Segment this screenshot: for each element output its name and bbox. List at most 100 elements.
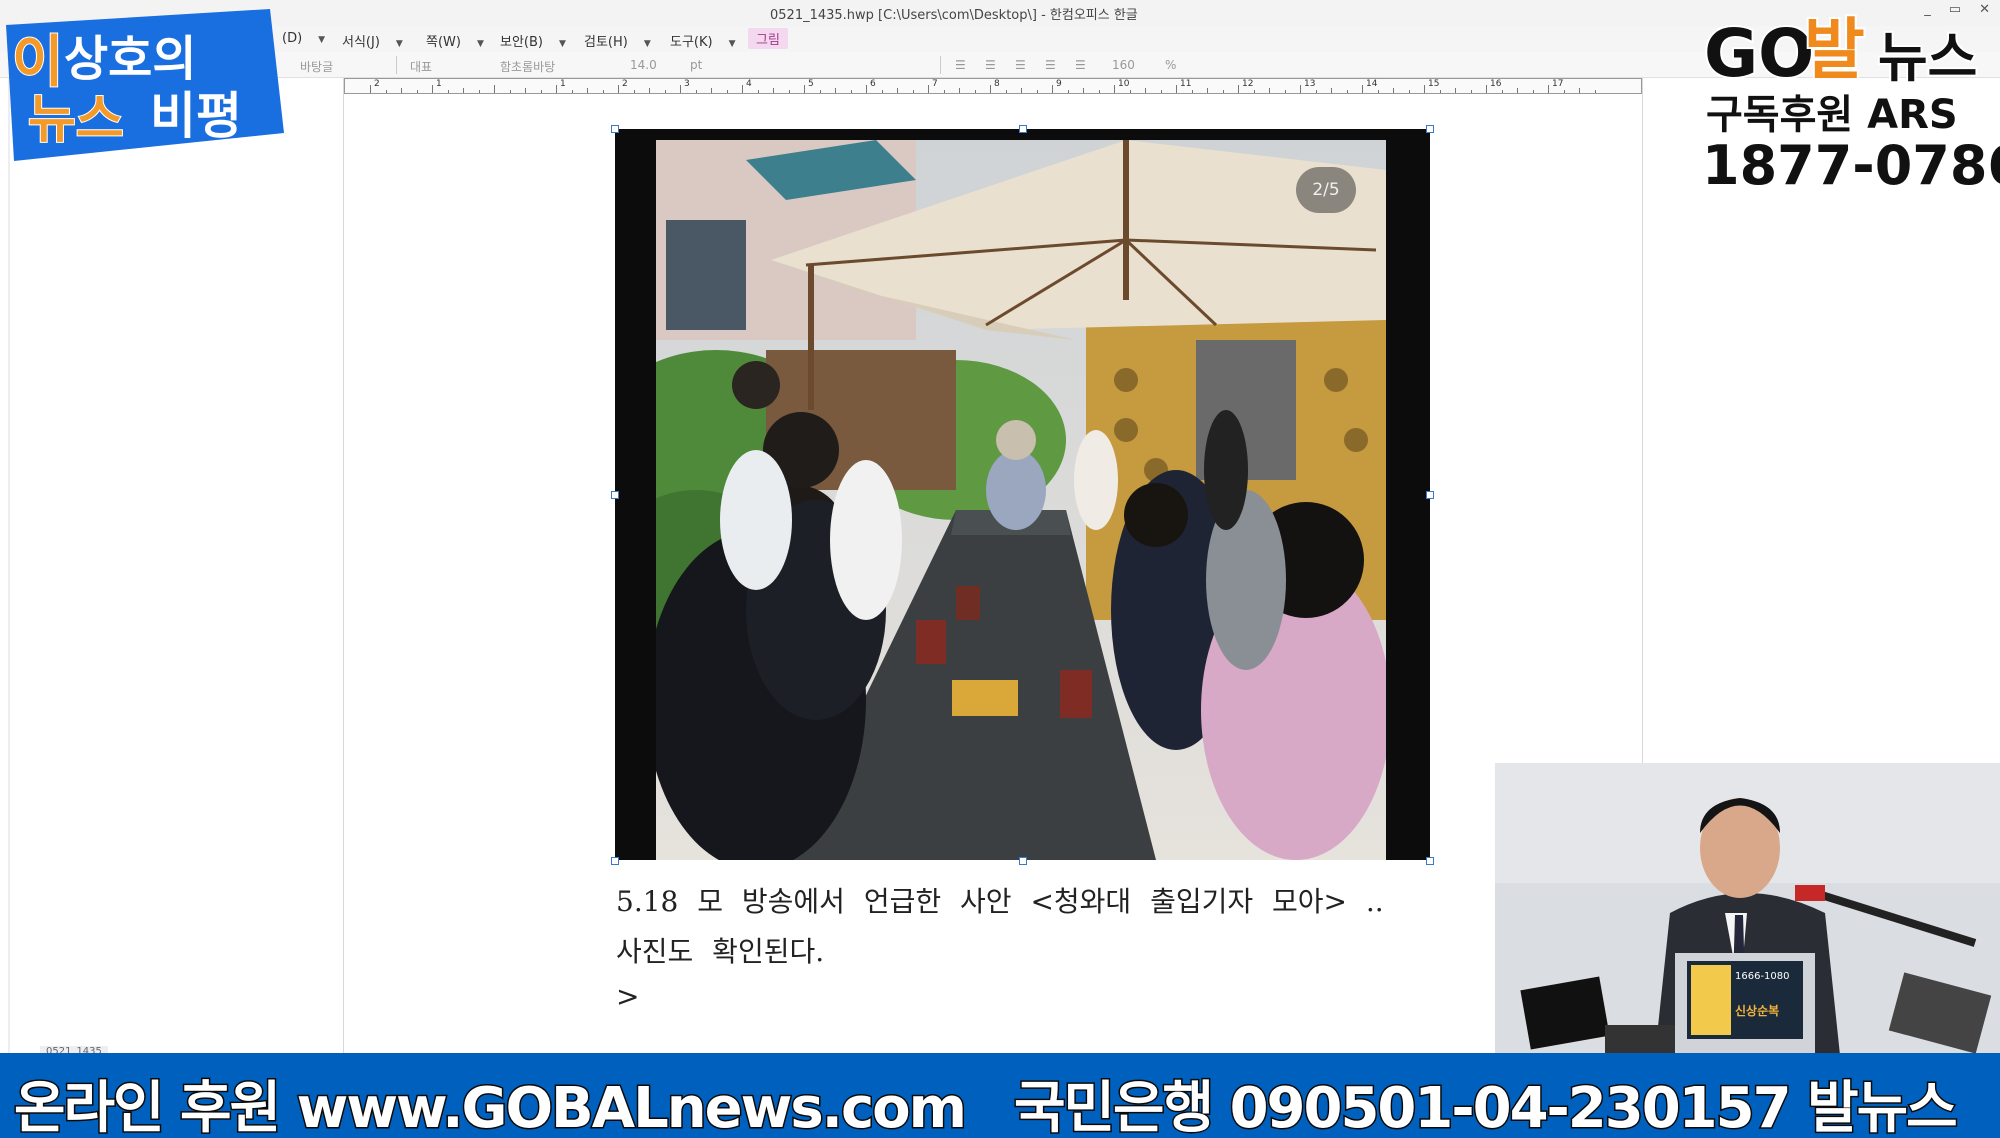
toolbar-divider	[396, 56, 397, 74]
ruler-tick	[1052, 85, 1053, 93]
resize-handle[interactable]	[1019, 857, 1027, 865]
restaurant-photo	[656, 140, 1386, 860]
ruler-tick	[1284, 90, 1286, 93]
align-distribute-icon[interactable]: ☰	[1075, 58, 1086, 72]
ruler-tick	[819, 90, 821, 93]
left-divider	[8, 78, 10, 1053]
ruler-tick	[1579, 88, 1580, 93]
ruler-tick	[385, 90, 387, 93]
ruler-tick	[401, 88, 402, 93]
ruler-number: 15	[1428, 79, 1440, 89]
ruler-tick	[1191, 90, 1193, 93]
menu-item-picture[interactable]: 그림	[748, 28, 788, 49]
ruler-tick	[556, 85, 557, 93]
ruler-tick	[540, 90, 542, 93]
style2-select[interactable]: 대표	[410, 58, 432, 75]
logo-line1-highlight: 이	[12, 30, 64, 95]
ruler-tick	[928, 85, 929, 93]
ruler-tick	[509, 90, 511, 93]
zoom-unit: %	[1165, 58, 1177, 72]
ruler-tick	[1222, 90, 1224, 93]
ruler-tick	[1300, 85, 1301, 93]
ruler-tick	[1470, 90, 1472, 93]
menu-item-review[interactable]: 검토(H) ▼	[584, 31, 651, 50]
menu-item-insert[interactable]: (D) ▼	[282, 31, 325, 46]
ruler-tick	[447, 90, 449, 93]
resize-handle[interactable]	[1426, 125, 1434, 133]
ruler-number: 14	[1366, 79, 1378, 89]
ruler-tick	[1129, 90, 1131, 93]
ruler-tick	[664, 90, 666, 93]
style-select[interactable]: 바탕글	[300, 58, 333, 75]
zoom-input[interactable]: 160	[1112, 58, 1135, 72]
chevron-down-icon: ▼	[728, 39, 736, 49]
ruler-tick	[432, 85, 433, 93]
ruler-tick	[1145, 88, 1146, 93]
ruler-number: 2	[374, 79, 380, 89]
screen: 0521_1435.hwp [C:\Users\com\Desktop\] - …	[0, 0, 2000, 1138]
ruler-number: 8	[994, 79, 1000, 89]
ruler-tick	[602, 90, 604, 93]
ruler-tick	[881, 90, 883, 93]
font-size-input[interactable]: 14.0	[630, 58, 657, 72]
ruler-number: 7	[932, 79, 938, 89]
ruler-tick	[1563, 90, 1565, 93]
menu-item-security[interactable]: 보안(B) ▼	[500, 31, 566, 50]
ruler-tick	[633, 90, 635, 93]
align-left-icon[interactable]: ☰	[955, 58, 966, 72]
ruler-tick	[1532, 90, 1534, 93]
document-text-line[interactable]: 사진도 확인된다.	[616, 930, 824, 970]
document-text-line[interactable]: 5.18 모 방송에서 언급한 사안 <청와대 출입기자 모아> ..	[616, 880, 1384, 920]
ruler-number: 16	[1490, 79, 1502, 89]
laptop-card-phone: 1666-1080	[1735, 971, 1790, 982]
ruler-tick	[850, 90, 852, 93]
ruler-tick	[959, 88, 960, 93]
resize-handle[interactable]	[611, 491, 619, 499]
ruler-tick	[1331, 88, 1332, 93]
window-title: 0521_1435.hwp [C:\Users\com\Desktop\] - …	[770, 8, 1138, 23]
resize-handle[interactable]	[1426, 857, 1434, 865]
ruler-tick	[943, 90, 945, 93]
chevron-down-icon: ▼	[318, 35, 326, 45]
ruler-tick	[1036, 90, 1038, 93]
align-right-icon[interactable]: ☰	[1015, 58, 1026, 72]
chevron-down-icon: ▼	[558, 39, 566, 49]
ruler-tick	[494, 85, 495, 93]
ruler-number: 11	[1180, 79, 1192, 89]
resize-handle[interactable]	[611, 857, 619, 865]
menu-item-format[interactable]: 서식(J) ▼	[342, 31, 403, 50]
ruler-tick	[1548, 85, 1549, 93]
resize-handle[interactable]	[1426, 491, 1434, 499]
menu-item-page[interactable]: 쪽(W) ▼	[426, 31, 484, 50]
ruler-tick	[1377, 90, 1379, 93]
ruler-number: 6	[870, 79, 876, 89]
ruler-tick	[1083, 88, 1084, 93]
photo-illustration	[656, 140, 1386, 860]
ruler-tick	[1455, 88, 1456, 93]
horizontal-ruler[interactable]: 2 1 1 2 3 4 5 6 7 8 9 10 11 12 13 14 15 16 17	[344, 78, 1642, 94]
menu-item-tools[interactable]: 도구(K) ▼	[670, 31, 736, 50]
ruler-tick	[804, 85, 805, 93]
resize-handle[interactable]	[611, 125, 619, 133]
presenter-video: 1666-1080 신상순복	[1495, 763, 2000, 1055]
brand-logo: GO 발 뉴스 구독후원 ARS 1877-0786	[1698, 6, 2000, 199]
ruler-tick	[478, 90, 480, 93]
logo-line2-rest: 비평	[150, 87, 242, 145]
ruler-number: 1	[436, 79, 442, 89]
chevron-down-icon: ▼	[395, 39, 403, 49]
ruler-tick	[1253, 90, 1255, 93]
ruler-tick	[726, 90, 728, 93]
ruler-tick	[1346, 90, 1348, 93]
ruler-tick	[1393, 88, 1394, 93]
align-justify-icon[interactable]: ☰	[1045, 58, 1056, 72]
ruler-number: 1	[560, 79, 566, 89]
brand-bal: 발	[1804, 11, 1865, 88]
ruler-tick	[1176, 85, 1177, 93]
font-select[interactable]: 함초롬바탕	[500, 58, 555, 75]
align-center-icon[interactable]: ☰	[985, 58, 996, 72]
resize-handle[interactable]	[1019, 125, 1027, 133]
ruler-tick	[587, 88, 588, 93]
ruler-tick	[1439, 90, 1441, 93]
document-text-line[interactable]: >	[616, 980, 639, 1013]
ruler-number: 17	[1552, 79, 1564, 89]
